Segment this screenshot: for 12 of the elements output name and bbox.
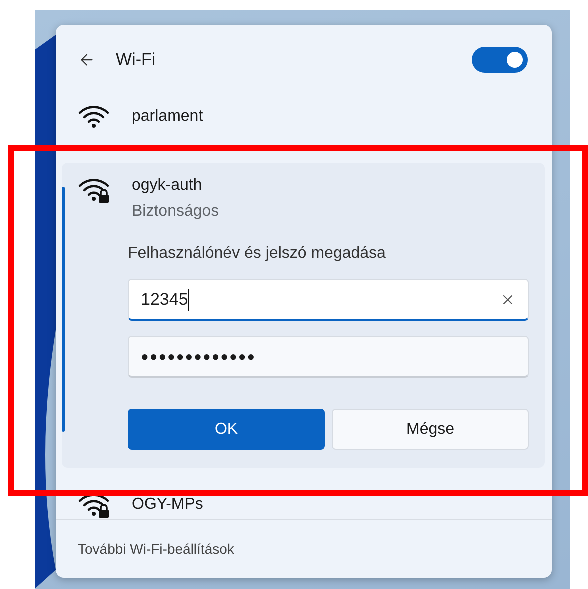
network-name[interactable]: parlament xyxy=(132,108,204,126)
cancel-button[interactable]: Mégse xyxy=(332,409,529,450)
credentials-prompt: Felhasználónév és jelszó megadása xyxy=(128,245,387,263)
panel-title: Wi-Fi xyxy=(116,50,157,70)
password-field[interactable]: ●●●●●●●●●●●●● xyxy=(128,336,529,378)
username-field[interactable]: 12345 xyxy=(128,279,529,321)
wifi-toggle[interactable] xyxy=(472,47,528,73)
network-name[interactable]: OGY-MPs xyxy=(132,496,204,514)
ok-button[interactable]: OK xyxy=(128,409,325,450)
network-status: Biztonságos xyxy=(132,203,220,221)
network-name: ogyk-auth xyxy=(132,177,204,195)
settings-link[interactable]: További Wi-Fi-beállítások xyxy=(78,541,234,557)
